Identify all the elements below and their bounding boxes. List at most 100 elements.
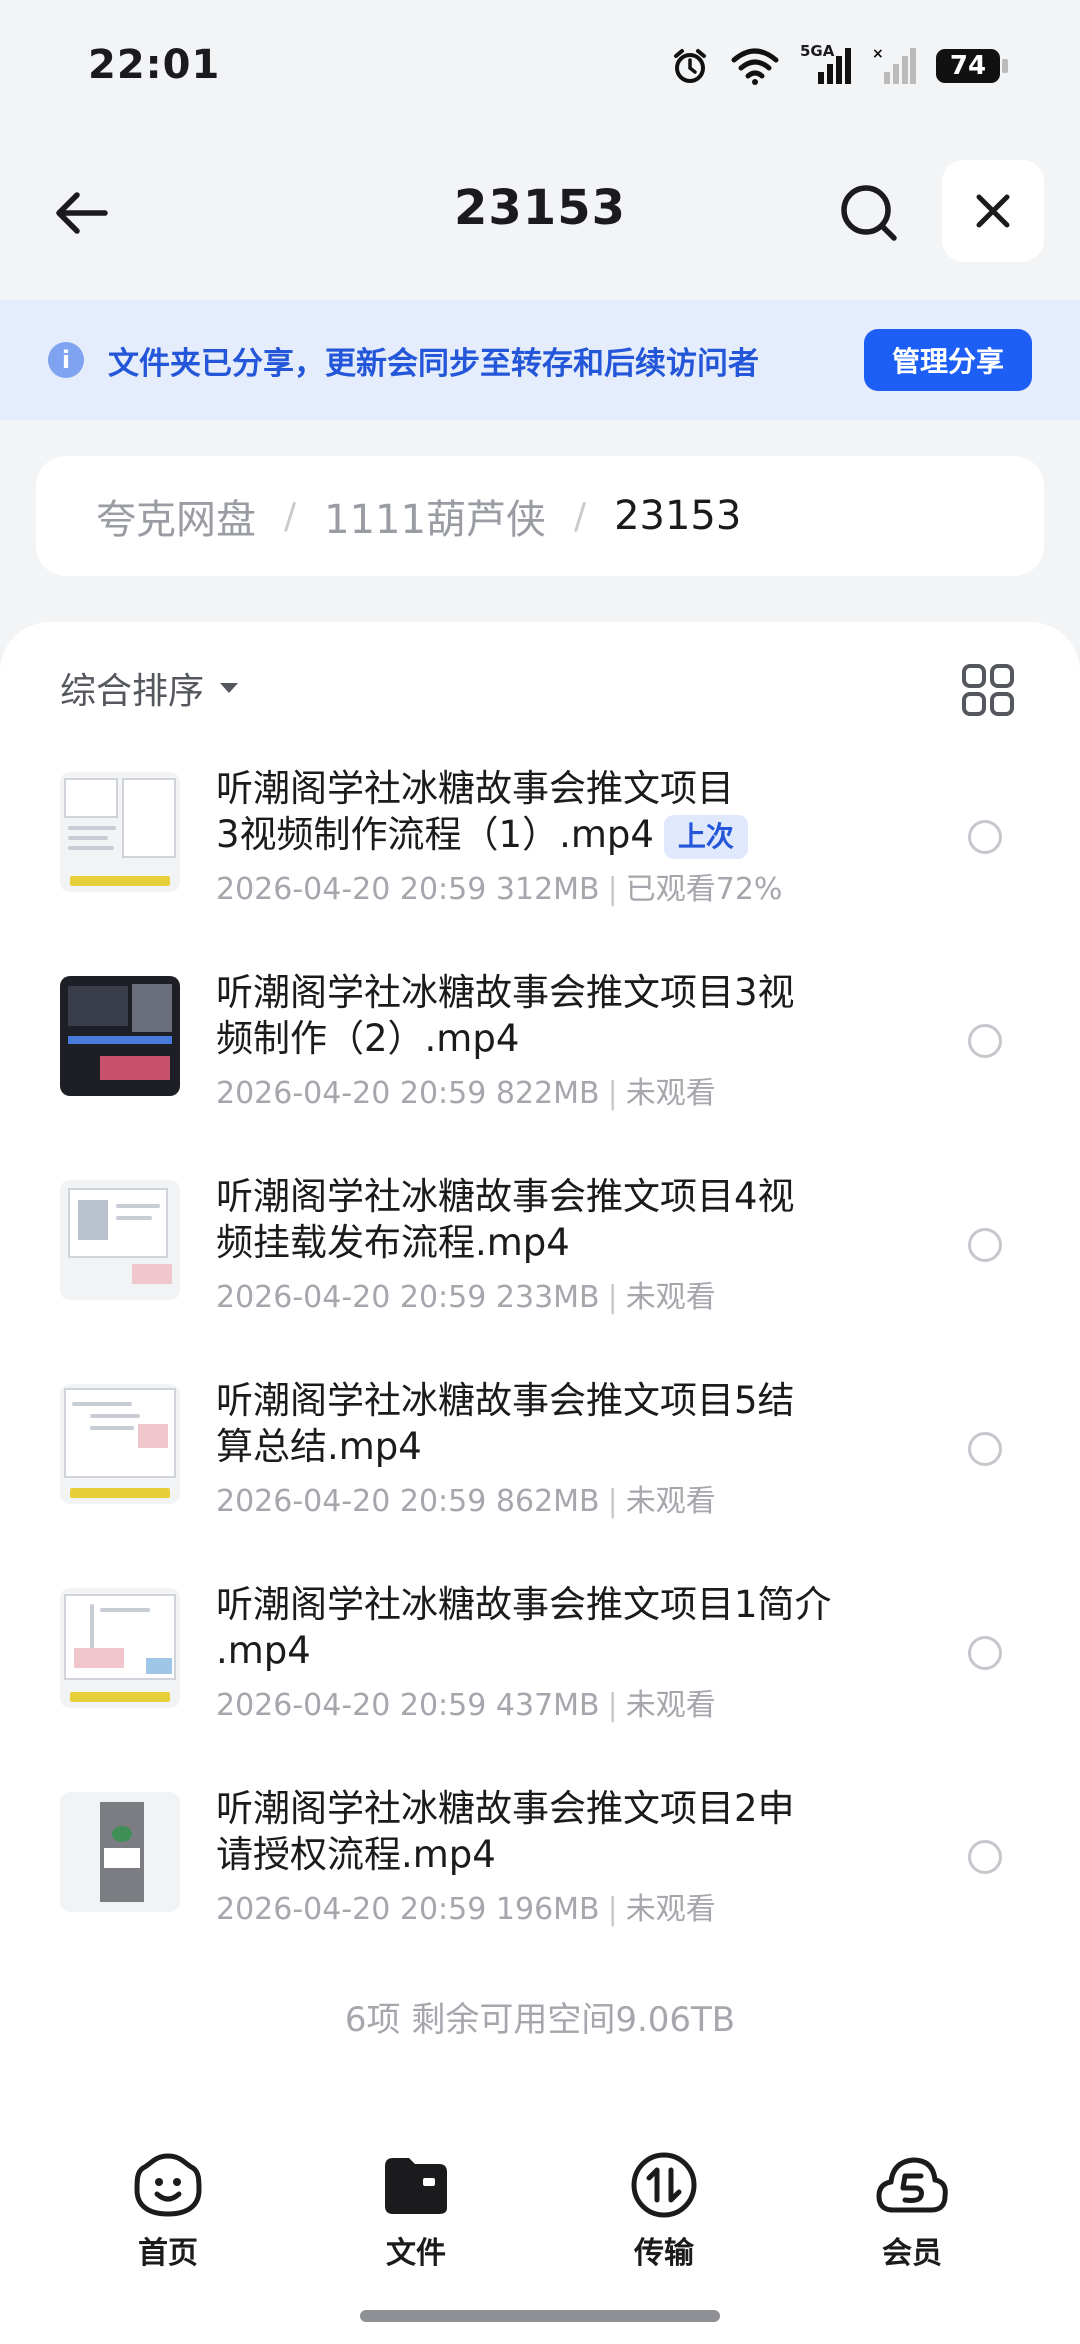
breadcrumb-item-current: 23153 — [614, 493, 742, 539]
file-name: 听潮阁学社冰糖故事会推文项目3视 频制作（2）.mp4 — [216, 970, 856, 1062]
breadcrumb-item-parent[interactable]: 1111葫芦侠 — [324, 487, 546, 545]
file-size: 196MB — [495, 1892, 600, 1927]
smile-face-icon — [134, 2153, 202, 2217]
file-size: 437MB — [495, 1688, 600, 1723]
file-meta: 2026-04-20 20:59 233MB | 未观看 — [216, 1272, 716, 1316]
home-indicator[interactable] — [360, 2310, 720, 2322]
file-row[interactable]: 听潮阁学社冰糖故事会推文项目 3视频制作流程（1）.mp4 上次 2026-04-… — [0, 742, 1080, 946]
watch-status: 未观看 — [625, 1076, 716, 1111]
last-watched-badge: 上次 — [663, 814, 748, 859]
breadcrumb-item-root[interactable]: 夸克网盘 — [96, 487, 256, 545]
top-nav: 23153 — [0, 150, 1080, 270]
file-date: 2026-04-20 20:59 — [216, 1892, 487, 1927]
file-date: 2026-04-20 20:59 — [216, 1076, 487, 1111]
svg-text:×: × — [872, 46, 884, 62]
file-size: 862MB — [495, 1484, 600, 1519]
manage-share-button[interactable]: 管理分享 — [864, 329, 1032, 391]
cloud-member-icon — [876, 2157, 948, 2213]
file-row[interactable]: 听潮阁学社冰糖故事会推文项目4视 频挂载发布流程.mp4 2026-04-20 … — [0, 1150, 1080, 1354]
file-name-line2: .mp4 — [216, 1629, 311, 1672]
page-title: 23153 — [454, 180, 626, 236]
file-name-line1: 听潮阁学社冰糖故事会推文项目2申 — [216, 1787, 795, 1830]
file-size: 822MB — [495, 1076, 600, 1111]
watch-status: 未观看 — [625, 1688, 716, 1723]
meta-separator: | — [607, 1076, 618, 1111]
sort-dropdown[interactable]: 综合排序 — [60, 662, 239, 714]
video-thumbnail — [60, 1384, 180, 1504]
select-checkbox[interactable] — [968, 1228, 1002, 1262]
watch-status: 未观看 — [625, 1484, 716, 1519]
status-icons: 5GA × 74 — [670, 42, 1008, 88]
select-checkbox[interactable] — [968, 1840, 1002, 1874]
file-row[interactable]: 听潮阁学社冰糖故事会推文项目2申 请授权流程.mp4 2026-04-20 20… — [0, 1762, 1080, 1966]
file-row[interactable]: 听潮阁学社冰糖故事会推文项目1简介 .mp4 2026-04-20 20:59 … — [0, 1558, 1080, 1762]
file-name-line1: 听潮阁学社冰糖故事会推文项目5结 — [216, 1379, 795, 1422]
file-name: 听潮阁学社冰糖故事会推文项目4视 频挂载发布流程.mp4 — [216, 1174, 856, 1266]
meta-separator: | — [607, 1484, 618, 1519]
grid-view-button[interactable] — [960, 662, 1016, 718]
file-date: 2026-04-20 20:59 — [216, 872, 487, 907]
video-thumbnail — [60, 1588, 180, 1708]
banner-text: 文件夹已分享，更新会同步至转存和后续访问者 — [108, 346, 759, 382]
transfer-icon — [631, 2152, 697, 2218]
tab-member[interactable]: 会员 — [842, 2150, 982, 2290]
file-name-line1: 听潮阁学社冰糖故事会推文项目3视 — [216, 971, 795, 1014]
tab-files[interactable]: 文件 — [346, 2150, 486, 2290]
file-meta: 2026-04-20 20:59 862MB | 未观看 — [216, 1476, 716, 1520]
battery-indicator: 74 — [936, 49, 1008, 83]
storage-summary: 6项 剩余可用空间9.06TB — [344, 2000, 736, 2040]
file-meta: 2026-04-20 20:59 312MB | 已观看72% — [216, 864, 782, 908]
file-name-line2: 请授权流程.mp4 — [216, 1833, 496, 1876]
file-name: 听潮阁学社冰糖故事会推文项目2申 请授权流程.mp4 — [216, 1786, 856, 1878]
select-checkbox[interactable] — [968, 1432, 1002, 1466]
tab-transfer[interactable]: 传输 — [594, 2150, 734, 2290]
file-name-line2: 算总结.mp4 — [216, 1425, 422, 1468]
file-row[interactable]: 听潮阁学社冰糖故事会推文项目5结 算总结.mp4 2026-04-20 20:5… — [0, 1354, 1080, 1558]
share-banner: i 文件夹已分享，更新会同步至转存和后续访问者 管理分享 — [0, 300, 1080, 420]
breadcrumb-separator: / — [573, 495, 587, 537]
file-name-line2: 频制作（2）.mp4 — [216, 1017, 520, 1060]
meta-separator: | — [607, 1688, 618, 1723]
alarm-icon — [674, 49, 706, 83]
tab-label: 会员 — [882, 2236, 942, 2271]
file-name-line1: 听潮阁学社冰糖故事会推文项目 — [216, 767, 734, 810]
file-panel: 综合排序 听潮阁学社冰糖故事会推文项目 3视频制作流程（1）.mp4 上次 20… — [0, 622, 1080, 2112]
breadcrumb-separator: / — [284, 495, 297, 537]
file-name: 听潮阁学社冰糖故事会推文项目 3视频制作流程（1）.mp4 上次 — [216, 766, 856, 859]
video-thumbnail — [60, 976, 180, 1096]
close-icon — [976, 194, 1010, 228]
wifi-icon — [731, 48, 779, 85]
file-date: 2026-04-20 20:59 — [216, 1280, 487, 1315]
watch-status: 未观看 — [625, 1892, 716, 1927]
video-thumbnail — [60, 1180, 180, 1300]
meta-separator: | — [607, 1892, 618, 1927]
cellular-signal-icon: 5GA — [800, 42, 852, 86]
select-checkbox[interactable] — [968, 820, 1002, 854]
file-meta: 2026-04-20 20:59 196MB | 未观看 — [216, 1884, 716, 1928]
select-checkbox[interactable] — [968, 1024, 1002, 1058]
meta-separator: | — [607, 872, 618, 907]
search-icon — [841, 185, 897, 241]
video-thumbnail — [60, 1792, 180, 1912]
select-checkbox[interactable] — [968, 1636, 1002, 1670]
watch-status: 未观看 — [625, 1280, 716, 1315]
watch-status: 已观看72% — [625, 872, 783, 907]
signal-weak-icon: × — [872, 46, 916, 84]
tab-label: 传输 — [634, 2236, 694, 2271]
file-row[interactable]: 听潮阁学社冰糖故事会推文项目3视 频制作（2）.mp4 2026-04-20 2… — [0, 946, 1080, 1150]
status-time: 22:01 — [88, 42, 221, 88]
file-meta: 2026-04-20 20:59 822MB | 未观看 — [216, 1068, 716, 1112]
file-meta: 2026-04-20 20:59 437MB | 未观看 — [216, 1680, 716, 1724]
search-button[interactable] — [834, 178, 904, 248]
file-date: 2026-04-20 20:59 — [216, 1484, 487, 1519]
breadcrumb: 夸克网盘 / 1111葫芦侠 / 23153 — [36, 456, 1044, 576]
file-name-line2: 3视频制作流程（1）.mp4 — [216, 813, 654, 856]
close-button[interactable] — [942, 160, 1044, 262]
file-name-line2: 频挂载发布流程.mp4 — [216, 1221, 570, 1264]
status-bar: 22:01 5GA × 74 — [0, 0, 1080, 140]
tab-home[interactable]: 首页 — [98, 2150, 238, 2290]
file-date: 2026-04-20 20:59 — [216, 1688, 487, 1723]
sort-label: 综合排序 — [60, 671, 205, 712]
info-icon: i — [48, 342, 84, 378]
file-name-line2-wrap: 3视频制作流程（1）.mp4 上次 — [216, 812, 856, 859]
